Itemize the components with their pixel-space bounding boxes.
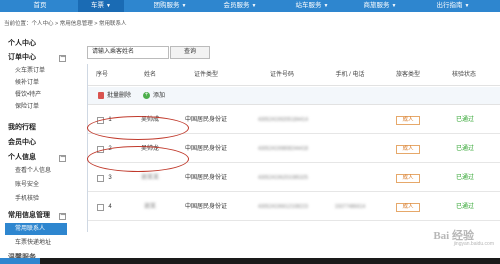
status-badge: 已通过: [456, 117, 475, 123]
table-toolbar: 批量删除 + 添加: [88, 87, 500, 105]
header-verify-status: 核验状态: [451, 72, 476, 78]
header-name: 姓名: [143, 72, 156, 78]
nav-business-travel[interactable]: 商旅服务 ▼: [350, 0, 410, 12]
nav-group-buying[interactable]: 团购服务 ▼: [140, 0, 200, 12]
batch-delete-label: 批量删除: [107, 93, 132, 99]
breadcrumb: 当前位置：个人中心 > 常用信息管理 > 常用联系人: [4, 21, 127, 27]
row-id-type: 中国居民身份证: [184, 204, 227, 210]
nav-travel-guide[interactable]: 出行指南 ▼: [422, 0, 484, 12]
bottom-bar: [0, 258, 500, 264]
row-phone: [328, 106, 372, 134]
sidebar-item-view-info[interactable]: 查看个人信息: [0, 165, 80, 177]
status-badge: 已通过: [456, 146, 475, 152]
chevron-down-icon: ▼: [323, 3, 329, 9]
chevron-down-icon: ▼: [391, 3, 397, 9]
chevron-down-icon: ▼: [251, 3, 257, 9]
chevron-down-icon: ▼: [106, 3, 111, 9]
sidebar: 个人中心 订单中心 － 火车票订单 候补订单 餐饮•特产 保险订单 我的行程 会员…: [0, 30, 80, 264]
nav-group-buying-label: 团购服务: [153, 2, 180, 9]
chevron-down-icon: ▼: [464, 3, 470, 9]
header-id-number: 证件号码: [269, 72, 294, 78]
add-label: 添加: [153, 93, 166, 99]
row-name: 谢某: [143, 204, 156, 210]
header-index: 序号: [95, 72, 108, 78]
sidebar-order-center-label: 订单中心: [8, 54, 36, 61]
row-phone: 15077486614: [334, 204, 366, 210]
row-checkbox[interactable]: [97, 175, 104, 182]
collapse-icon[interactable]: －: [59, 213, 66, 220]
status-badge: 已通过: [456, 204, 475, 210]
sidebar-my-trips[interactable]: 我的行程: [0, 122, 80, 134]
sidebar-member-center[interactable]: 会员中心: [0, 137, 80, 149]
header-traveler-type: 旅客类型: [395, 72, 420, 78]
sidebar-item-catering[interactable]: 餐饮•特产: [0, 89, 80, 101]
row-phone: [328, 164, 372, 192]
traveler-type-badge: 成人: [396, 145, 420, 154]
row-id-type: 中国居民身份证: [184, 175, 227, 181]
sidebar-item-account-security[interactable]: 账号安全: [0, 179, 80, 191]
sidebar-item-insurance-orders[interactable]: 保险订单: [0, 101, 80, 113]
search-button[interactable]: 查询: [170, 46, 210, 59]
row-id-number: 430524199808244418: [257, 146, 309, 152]
header-id-type: 证件类型: [193, 72, 218, 78]
annotation-ellipse-row1: [87, 116, 189, 140]
sidebar-personal-info-label: 个人信息: [8, 154, 36, 161]
header-phone: 手机 / 电话: [335, 72, 365, 78]
sidebar-personal-info[interactable]: 个人信息 －: [0, 152, 80, 164]
table-header: 序号 姓名 证件类型 证件号码 手机 / 电话 旅客类型 核验状态: [88, 64, 500, 86]
sidebar-item-delivery-address[interactable]: 车票快递地址: [0, 237, 80, 249]
row-id-number: 430524196612108223: [257, 204, 309, 210]
nav-home-label: 首页: [33, 2, 47, 9]
chevron-down-icon: ▼: [181, 3, 187, 9]
nav-tickets-label: 车票: [91, 2, 105, 9]
sidebar-item-train-orders[interactable]: 火车票订单: [0, 65, 80, 77]
sidebar-item-contacts[interactable]: 常用联系人: [5, 223, 67, 235]
nav-station-services-label: 站车服务: [295, 2, 322, 9]
nav-home[interactable]: 首页: [20, 0, 60, 12]
row-index: 4: [108, 204, 112, 210]
sidebar-common-info[interactable]: 常用信息管理 －: [0, 210, 80, 222]
row-phone: [328, 135, 372, 163]
watermark-url: jingyan.baidu.com: [453, 241, 494, 247]
traveler-type-badge: 成人: [396, 116, 420, 125]
collapse-icon[interactable]: －: [59, 55, 66, 62]
top-nav-bar: 首页 车票 ▼ 团购服务 ▼ 会员服务 ▼ 站车服务 ▼ 商旅服务 ▼ 出行指南 ▼: [0, 0, 500, 12]
nav-travel-guide-label: 出行指南: [436, 2, 463, 9]
status-badge: 已通过: [456, 175, 475, 181]
table-row: 4 谢某 中国居民身份证 430524196612108223 15077486…: [88, 193, 500, 221]
sidebar-personal-center[interactable]: 个人中心: [0, 38, 80, 50]
add-contact-button[interactable]: + 添加: [143, 91, 165, 101]
sidebar-item-phone-verify[interactable]: 手机核验: [0, 193, 80, 205]
nav-member-services-label: 会员服务: [223, 2, 250, 9]
sidebar-item-standby-orders[interactable]: 候补订单: [0, 77, 80, 89]
sidebar-order-center[interactable]: 订单中心 －: [0, 52, 80, 64]
row-id-number: 430524196201085325: [257, 175, 309, 181]
annotation-ellipse-row2: [87, 146, 189, 172]
traveler-type-badge: 成人: [396, 174, 420, 183]
passenger-search-input[interactable]: 请输入乘客姓名: [87, 46, 169, 59]
trash-icon: [98, 91, 104, 99]
traveler-type-badge: 成人: [396, 203, 420, 212]
collapse-icon[interactable]: －: [59, 155, 66, 162]
sidebar-common-info-label: 常用信息管理: [8, 212, 50, 219]
row-checkbox[interactable]: [97, 204, 104, 211]
nav-member-services[interactable]: 会员服务 ▼: [210, 0, 270, 12]
batch-delete-button[interactable]: 批量删除: [98, 91, 131, 101]
nav-business-travel-label: 商旅服务: [363, 2, 390, 9]
nav-tickets[interactable]: 车票 ▼: [78, 0, 124, 12]
row-id-number: 430524199205184414: [257, 117, 309, 123]
bottom-bar-accent: [0, 258, 40, 264]
plus-circle-icon: +: [143, 91, 150, 99]
nav-station-services[interactable]: 站车服务 ▼: [282, 0, 342, 12]
